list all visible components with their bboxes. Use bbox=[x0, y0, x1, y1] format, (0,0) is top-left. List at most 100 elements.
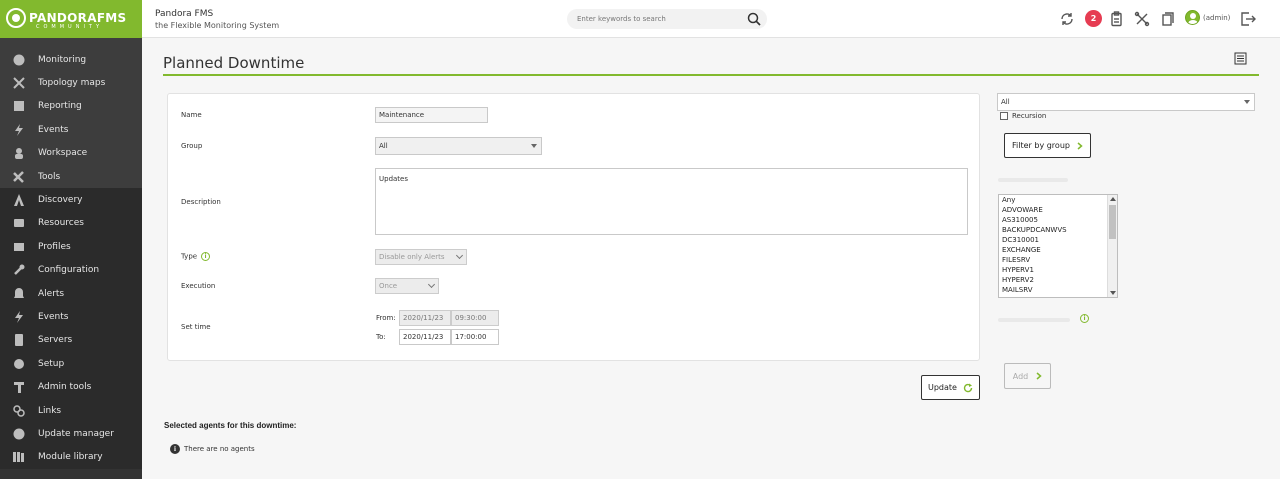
alerts-icon bbox=[12, 287, 25, 300]
sidebar-item-label: Discovery bbox=[38, 195, 83, 206]
sidebar-item-admin-tools[interactable]: Admin tools bbox=[0, 375, 142, 398]
no-agents-message: i There are no agents bbox=[170, 444, 255, 454]
sidebar-item-resources[interactable]: Resources bbox=[0, 212, 142, 235]
scroll-up-icon[interactable] bbox=[1110, 197, 1116, 201]
sidebar-item-alerts[interactable]: Alerts bbox=[0, 282, 142, 305]
logout-icon[interactable] bbox=[1239, 10, 1257, 28]
search-input[interactable] bbox=[577, 15, 737, 23]
to-time-input[interactable]: 17:00:00 bbox=[451, 329, 499, 345]
no-agents-text: There are no agents bbox=[184, 445, 255, 453]
sidebar-item-setup[interactable]: Setup bbox=[0, 352, 142, 375]
user-menu[interactable]: (admin) bbox=[1185, 10, 1230, 25]
dropdown-arrow-icon bbox=[531, 144, 537, 148]
sidebar-item-topology-maps[interactable]: Topology maps bbox=[0, 71, 142, 94]
sidebar-item-update-manager[interactable]: Update manager bbox=[0, 422, 142, 445]
brand-edition: COMMUNITY bbox=[36, 24, 104, 30]
sidebar-item-module-library[interactable]: Module library bbox=[0, 446, 142, 469]
agent-list[interactable]: Any ADVOWARE AS310005 BACKUPDCANWVS DC310001… bbox=[998, 194, 1118, 298]
from-date-input[interactable]: 2020/11/23 bbox=[399, 310, 451, 326]
reporting-icon bbox=[12, 100, 25, 113]
sidebar-item-workspace[interactable]: Workspace bbox=[0, 142, 142, 165]
refresh-icon bbox=[963, 383, 973, 392]
sidebar-item-label: Workspace bbox=[38, 148, 88, 159]
to-time-value: 17:00:00 bbox=[455, 333, 487, 341]
sidebar-item-label: Tools bbox=[38, 171, 61, 182]
add-button[interactable]: Add bbox=[1004, 363, 1051, 389]
agent-option[interactable]: BACKUPDCANWVS bbox=[999, 225, 1117, 235]
agent-option[interactable]: ADVOWARE bbox=[999, 205, 1117, 215]
agent-option[interactable]: HYPERV2 bbox=[999, 275, 1117, 285]
downtime-form: Name Maintenance Group All Description U… bbox=[167, 93, 980, 361]
pandora-logo-icon bbox=[6, 8, 26, 28]
sidebar-item-servers[interactable]: Servers bbox=[0, 329, 142, 352]
sidebar-item-profiles[interactable]: Profiles bbox=[0, 235, 142, 258]
checkbox-box[interactable] bbox=[1000, 112, 1008, 120]
update-manager-icon bbox=[12, 427, 25, 440]
group-select[interactable]: All bbox=[375, 137, 542, 155]
sidebar-item-events[interactable]: Events bbox=[0, 305, 142, 328]
tools-icon bbox=[12, 170, 25, 183]
sidebar-item-label: Topology maps bbox=[38, 78, 106, 89]
sidebar-item-events[interactable]: Events bbox=[0, 118, 142, 141]
list-view-icon[interactable] bbox=[1234, 52, 1247, 67]
modules-header-placeholder bbox=[998, 318, 1070, 322]
update-button[interactable]: Update bbox=[921, 375, 980, 400]
logo[interactable]: PANDORAFMS COMMUNITY bbox=[0, 0, 142, 38]
sidebar-item-tools[interactable]: Tools bbox=[0, 165, 142, 188]
agent-option[interactable]: HYPERV1 bbox=[999, 265, 1117, 275]
sidebar-item-label: Alerts bbox=[38, 288, 65, 299]
agent-option[interactable]: Any bbox=[999, 195, 1117, 205]
sidebar-item-label: Servers bbox=[38, 335, 73, 346]
agent-option[interactable]: AS310005 bbox=[999, 215, 1117, 225]
agent-option[interactable]: DC310001 bbox=[999, 235, 1117, 245]
sidebar: PANDORAFMS COMMUNITY Monitoring Topology … bbox=[0, 0, 142, 479]
scroll-thumb[interactable] bbox=[1109, 205, 1116, 239]
settime-label: Set time bbox=[181, 323, 211, 331]
info-icon[interactable]: i bbox=[1080, 314, 1089, 323]
copy-icon[interactable] bbox=[1158, 10, 1176, 28]
group-label: Group bbox=[181, 142, 203, 150]
info-icon[interactable]: i bbox=[201, 252, 211, 261]
agents-header-placeholder bbox=[998, 178, 1068, 182]
sidebar-item-links[interactable]: Links bbox=[0, 399, 142, 422]
description-label: Description bbox=[181, 198, 221, 206]
sidebar-item-reporting[interactable]: Reporting bbox=[0, 95, 142, 118]
tools-icon[interactable] bbox=[1133, 10, 1151, 28]
name-input[interactable]: Maintenance bbox=[375, 107, 488, 123]
filter-by-group-button[interactable]: Filter by group bbox=[1004, 133, 1091, 158]
agent-option[interactable]: EXCHANGE bbox=[999, 245, 1117, 255]
search-icon[interactable] bbox=[747, 12, 761, 28]
group-filter-select[interactable]: All bbox=[997, 93, 1255, 111]
setup-icon bbox=[12, 357, 25, 370]
sidebar-item-configuration[interactable]: Configuration bbox=[0, 259, 142, 282]
update-button-label: Update bbox=[928, 383, 957, 392]
sidebar-item-label: Events bbox=[38, 311, 69, 322]
sidebar-item-monitoring[interactable]: Monitoring bbox=[0, 48, 142, 71]
notifications-badge[interactable]: 2 bbox=[1085, 10, 1102, 27]
agent-option[interactable]: FILESRV bbox=[999, 255, 1117, 265]
sidebar-item-label: Reporting bbox=[38, 101, 82, 112]
agent-option[interactable]: MAILSRV bbox=[999, 285, 1117, 295]
dropdown-arrow-icon bbox=[1244, 100, 1250, 104]
sidebar-item-label: Events bbox=[38, 124, 69, 135]
clipboard-icon[interactable] bbox=[1108, 10, 1126, 28]
sidebar-item-label: Admin tools bbox=[38, 382, 92, 393]
sidebar-item-discovery[interactable]: Discovery bbox=[0, 188, 142, 211]
from-time-input[interactable]: 09:30:00 bbox=[451, 310, 499, 326]
scroll-down-icon[interactable] bbox=[1110, 291, 1116, 295]
to-date-input[interactable]: 2020/11/23 bbox=[399, 329, 451, 345]
recursion-checkbox[interactable]: Recursion bbox=[1000, 112, 1046, 120]
chevron-down-icon bbox=[427, 280, 436, 289]
execution-select[interactable]: Once bbox=[375, 278, 439, 294]
sidebar-item-label: Configuration bbox=[38, 265, 100, 276]
selected-agents-title: Selected agents for this downtime: bbox=[164, 421, 297, 430]
name-label: Name bbox=[181, 111, 202, 119]
admin-tools-icon bbox=[12, 381, 25, 394]
description-textarea[interactable]: Updates bbox=[375, 168, 968, 235]
info-icon: i bbox=[170, 444, 180, 454]
refresh-icon[interactable] bbox=[1058, 10, 1076, 28]
workspace-icon bbox=[12, 147, 25, 160]
sidebar-group-operation: Monitoring Topology maps Reporting Events Wo… bbox=[0, 38, 142, 189]
type-select[interactable]: Disable only Alerts bbox=[375, 249, 467, 265]
agent-list-scrollbar[interactable] bbox=[1107, 195, 1117, 297]
